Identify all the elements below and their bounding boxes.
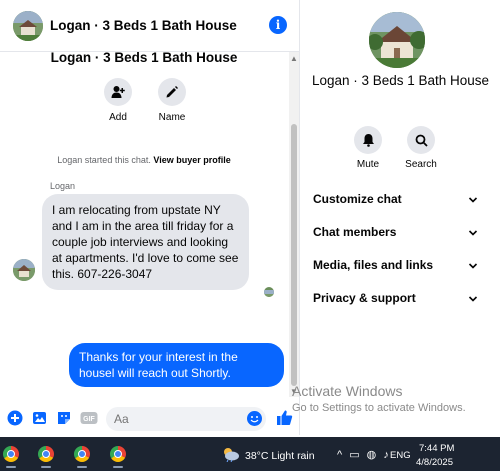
app-indicator xyxy=(41,466,51,468)
scrollbar-thumb[interactable] xyxy=(291,124,297,386)
seen-avatar xyxy=(264,287,274,297)
scroll-up-arrow-icon[interactable]: ▲ xyxy=(290,54,298,63)
section-customize-chat[interactable]: Customize chat xyxy=(313,192,478,210)
search-button[interactable]: Search xyxy=(396,126,446,170)
section-label: Media, files and links xyxy=(313,258,434,272)
app-indicator xyxy=(77,466,87,468)
profile-name: Logan · 3 Beds 1 Bath House xyxy=(311,73,490,88)
avatar[interactable] xyxy=(13,11,43,41)
clock-time[interactable]: 7:44 PM xyxy=(419,443,454,454)
conversation-name: Logan · 3 Beds 1 Bath House xyxy=(50,50,238,65)
bell-icon xyxy=(362,134,374,147)
chrome-icon[interactable] xyxy=(74,446,90,462)
section-label: Customize chat xyxy=(313,192,402,206)
emoji-icon[interactable] xyxy=(247,411,262,426)
chat-pane: Logan · 3 Beds 1 Bath House i Logan · 3 … xyxy=(0,0,300,435)
taskbar: 38°C Light rain ^ ▭ ◍ ♪ ENG 7:44 PM 4/8/… xyxy=(0,437,500,471)
sender-avatar[interactable] xyxy=(13,259,35,281)
name-label: Name xyxy=(158,112,186,123)
chevron-down-icon xyxy=(468,296,478,302)
photo-icon[interactable] xyxy=(32,410,48,426)
chrome-icon[interactable] xyxy=(3,446,19,462)
clock-date[interactable]: 4/8/2025 xyxy=(416,457,453,468)
add-person-icon xyxy=(111,86,125,98)
section-label: Privacy & support xyxy=(313,291,416,305)
system-tray-icons[interactable]: ^ ▭ ◍ ♪ xyxy=(337,448,391,461)
gif-icon[interactable]: GIF xyxy=(80,410,98,426)
section-media-files-links[interactable]: Media, files and links xyxy=(313,258,478,276)
pencil-icon xyxy=(166,86,178,98)
outgoing-message-bubble[interactable]: Thanks for your interest in the housel w… xyxy=(69,343,284,387)
mute-label: Mute xyxy=(356,159,380,170)
chevron-down-icon xyxy=(468,197,478,203)
add-label: Add xyxy=(109,112,127,123)
chevron-down-icon xyxy=(468,263,478,269)
activate-windows-watermark: Activate Windows xyxy=(292,383,403,399)
message-input[interactable] xyxy=(106,407,266,431)
chat-started-notice: Logan started this chat. View buyer prof… xyxy=(0,155,288,165)
chat-title[interactable]: Logan · 3 Beds 1 Bath House xyxy=(50,18,237,33)
section-label: Chat members xyxy=(313,225,397,239)
weather-text[interactable]: 38°C Light rain xyxy=(245,450,315,462)
started-text: Logan started this chat. xyxy=(57,155,151,165)
profile-avatar xyxy=(369,12,425,68)
search-icon xyxy=(415,134,428,147)
composer-bar: GIF xyxy=(0,404,300,434)
app-indicator xyxy=(113,466,123,468)
app-indicator xyxy=(6,466,16,468)
chat-header: Logan · 3 Beds 1 Bath House i xyxy=(0,0,300,52)
weather-cloud-icon[interactable] xyxy=(222,446,240,462)
section-privacy-support[interactable]: Privacy & support xyxy=(313,291,478,309)
section-chat-members[interactable]: Chat members xyxy=(313,225,478,243)
name-button[interactable]: Name xyxy=(142,78,202,123)
svg-text:GIF: GIF xyxy=(83,416,95,423)
sticker-icon[interactable] xyxy=(56,410,72,426)
chevron-down-icon xyxy=(468,230,478,236)
add-button[interactable]: Add xyxy=(88,78,148,123)
details-pane: Logan · 3 Beds 1 Bath House Mute Search … xyxy=(301,0,500,435)
activate-windows-subtext: Go to Settings to activate Windows. xyxy=(292,402,466,414)
info-icon[interactable]: i xyxy=(269,16,287,34)
mute-button[interactable]: Mute xyxy=(343,126,393,170)
thumbs-up-icon[interactable] xyxy=(276,409,293,426)
language-indicator[interactable]: ENG xyxy=(390,450,411,461)
chrome-icon[interactable] xyxy=(110,446,126,462)
incoming-message-bubble[interactable]: I am relocating from upstate NY and I am… xyxy=(42,194,249,290)
chrome-icon[interactable] xyxy=(38,446,54,462)
sender-name: Logan xyxy=(50,181,76,191)
plus-circle-icon[interactable] xyxy=(7,410,23,426)
view-buyer-profile-link[interactable]: View buyer profile xyxy=(153,155,230,165)
search-label: Search xyxy=(405,159,437,170)
